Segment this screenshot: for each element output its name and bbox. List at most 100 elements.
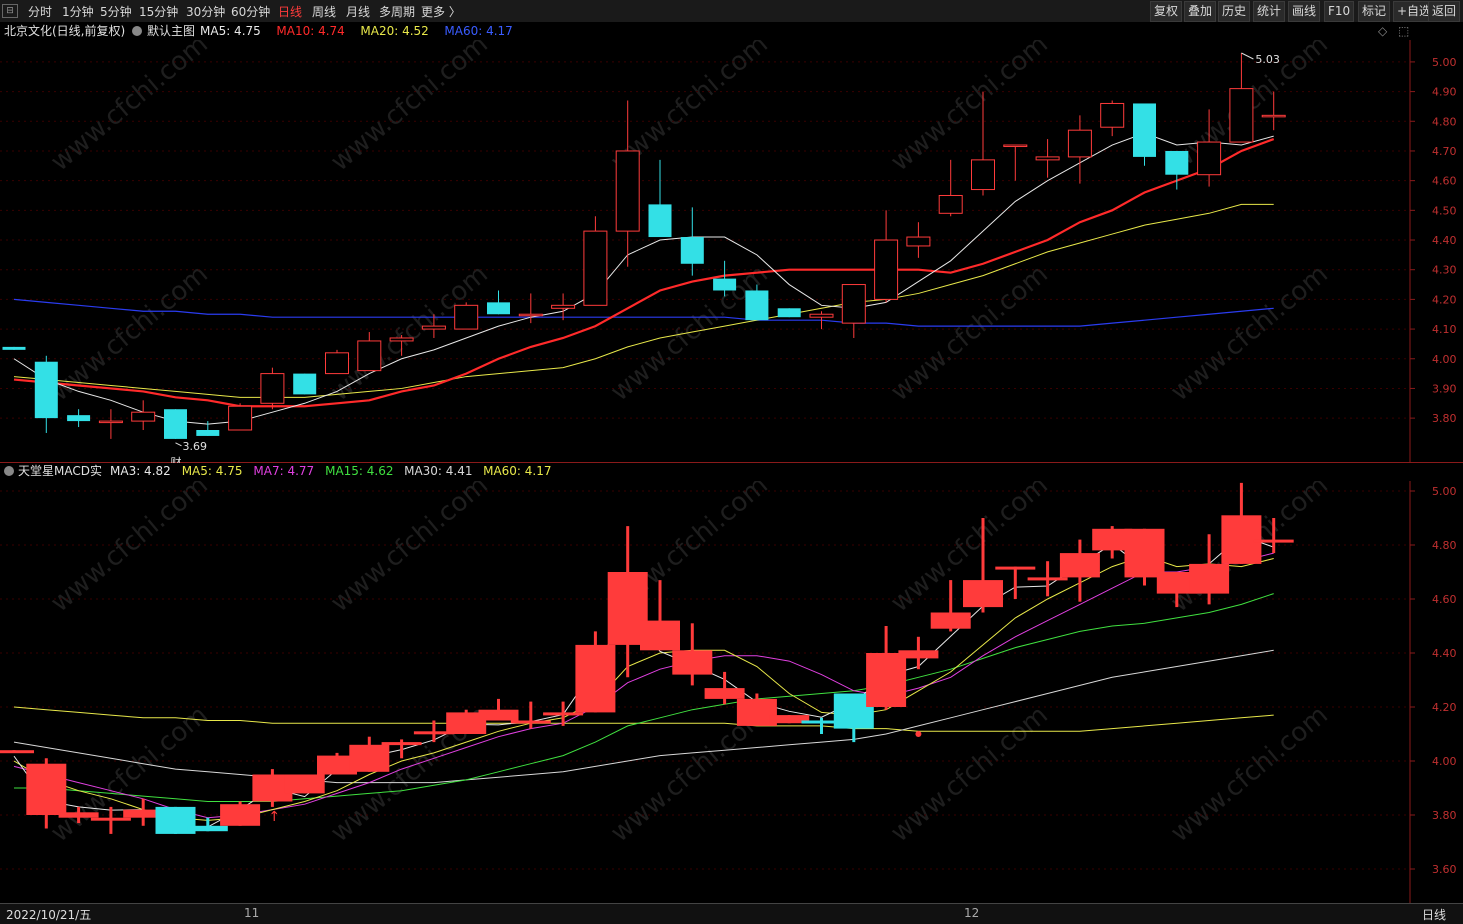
candle-body [67,415,91,422]
candle-body [34,361,58,419]
main-kline-chart[interactable]: www.cfchi.com www.cfchi.com www.cfchi.com w… [0,22,1463,463]
buy-signal-arrow: ↑ [268,809,280,825]
period-tab[interactable]: 周线 [312,3,336,20]
candle-body [1165,150,1189,175]
candle-body [713,278,737,291]
candle-body [260,373,285,404]
y-tick-label: 3.60 [1432,863,1457,876]
indicator-bar[interactable] [284,774,325,794]
candle-body [1100,102,1125,128]
toolbar-button[interactable]: 画线 [1288,1,1321,22]
indicator-body [640,620,680,651]
y-tick-label: 3.90 [1432,382,1457,395]
candle-body [1229,88,1254,143]
candle-body [228,405,253,431]
candle-body [389,337,414,342]
candle-body [325,352,349,375]
toolbar-button[interactable]: 复权 [1150,1,1183,22]
indicator-bar[interactable] [220,801,261,826]
candle-body [1067,129,1092,158]
indicator-body [220,804,261,826]
period-tab[interactable]: 1分钟 [62,3,94,20]
candle-body [98,420,123,424]
indicator-body [898,650,939,659]
candle-body [971,159,995,191]
candlestick[interactable] [2,346,26,350]
y-tick-label: 4.20 [1432,701,1457,714]
x-tick-dec: 12 [964,906,980,920]
y-tick-label: 4.80 [1432,539,1457,552]
ma-legend-label: MA60: 4.17 [444,24,512,38]
candle-body [583,230,608,306]
candle-body [1261,114,1286,118]
indicator-body [284,774,325,794]
indicator-body [1253,539,1294,543]
financial-report-marker[interactable]: 财 [171,455,182,463]
candle-body [809,313,834,318]
candlestick[interactable] [454,302,479,330]
candle-body [551,304,576,309]
toolbar-button[interactable]: 标记 [1358,1,1391,22]
y-tick-label: 4.40 [1432,234,1457,247]
period-tab[interactable]: 15分钟 [139,3,178,20]
toolbar-button[interactable]: 历史 [1218,1,1251,22]
indicator-title[interactable]: 天堂星MACD实 [18,463,102,478]
candlestick[interactable] [164,409,187,439]
candle-body [487,302,510,315]
period-tab[interactable]: 日线 [278,3,302,20]
candle-body [1035,156,1060,161]
candle-body [131,411,156,422]
indicator-ma-label: MA3: 4.82 [110,464,171,478]
toolbar-button[interactable]: F10 [1324,1,1355,22]
y-tick-label: 4.60 [1432,593,1457,606]
indicator-body [1221,515,1262,564]
y-tick-label: 4.00 [1432,353,1457,366]
candle-body [841,284,866,324]
ma-legend-label: MA10: 4.74 [276,24,344,38]
candlestick[interactable] [293,373,317,395]
candlestick[interactable] [1133,103,1156,166]
candlestick[interactable] [228,403,253,431]
y-tick-label: 3.80 [1432,809,1457,822]
period-tab[interactable]: 5分钟 [100,3,132,20]
high-price-label: 5.03 [1255,53,1280,66]
candle-body [1197,141,1222,176]
diamond-icon[interactable]: ◇ [1378,24,1388,38]
period-tab[interactable]: 分时 [28,3,52,20]
period-tab[interactable]: 60分钟 [231,3,270,20]
indicator-ma-label: MA30: 4.41 [404,464,472,478]
y-tick-label: 4.60 [1432,175,1457,188]
candle-body [357,340,382,372]
candle-body [196,430,220,436]
candlestick[interactable] [325,349,349,375]
y-tick-label: 4.10 [1432,323,1457,336]
period-tab[interactable]: 多周期 [379,3,415,20]
indicator-ma-label: MA5: 4.75 [182,464,243,478]
scroll-up-icon[interactable]: ⬚ [1398,24,1409,38]
indicator-bar[interactable] [0,750,34,754]
template-name[interactable]: 默认主图 [147,23,195,38]
candle-body [454,304,479,330]
template-dropdown-icon[interactable] [132,26,142,36]
period-tab[interactable]: 月线 [346,3,370,20]
candlestick[interactable] [777,308,801,318]
y-tick-label: 3.80 [1432,412,1457,425]
indicator-body [381,742,422,746]
ma-legend-label: MA5: 4.75 [200,24,261,38]
indicator-body [58,812,99,818]
indicator-body [0,750,34,754]
panel-toggle-icon[interactable]: ⊟ [2,4,18,18]
indicator-chart[interactable]: www.cfchi.com www.cfchi.com www.cfchi.com w… [0,463,1463,903]
indicator-dropdown-icon[interactable] [4,466,14,476]
period-tab[interactable]: 30分钟 [186,3,225,20]
period-label[interactable]: 日线 [1422,906,1446,923]
indicator-body [478,709,519,721]
candlestick[interactable] [260,367,285,410]
candle-body [648,204,672,238]
indicator-body [1027,577,1068,581]
toolbar-button[interactable]: 叠加 [1184,1,1217,22]
toolbar-button[interactable]: 返回 [1428,1,1461,22]
toolbar-button[interactable]: 统计 [1253,1,1286,22]
period-tab[interactable]: 更多 〉 [421,3,461,20]
candle-body [164,409,187,439]
